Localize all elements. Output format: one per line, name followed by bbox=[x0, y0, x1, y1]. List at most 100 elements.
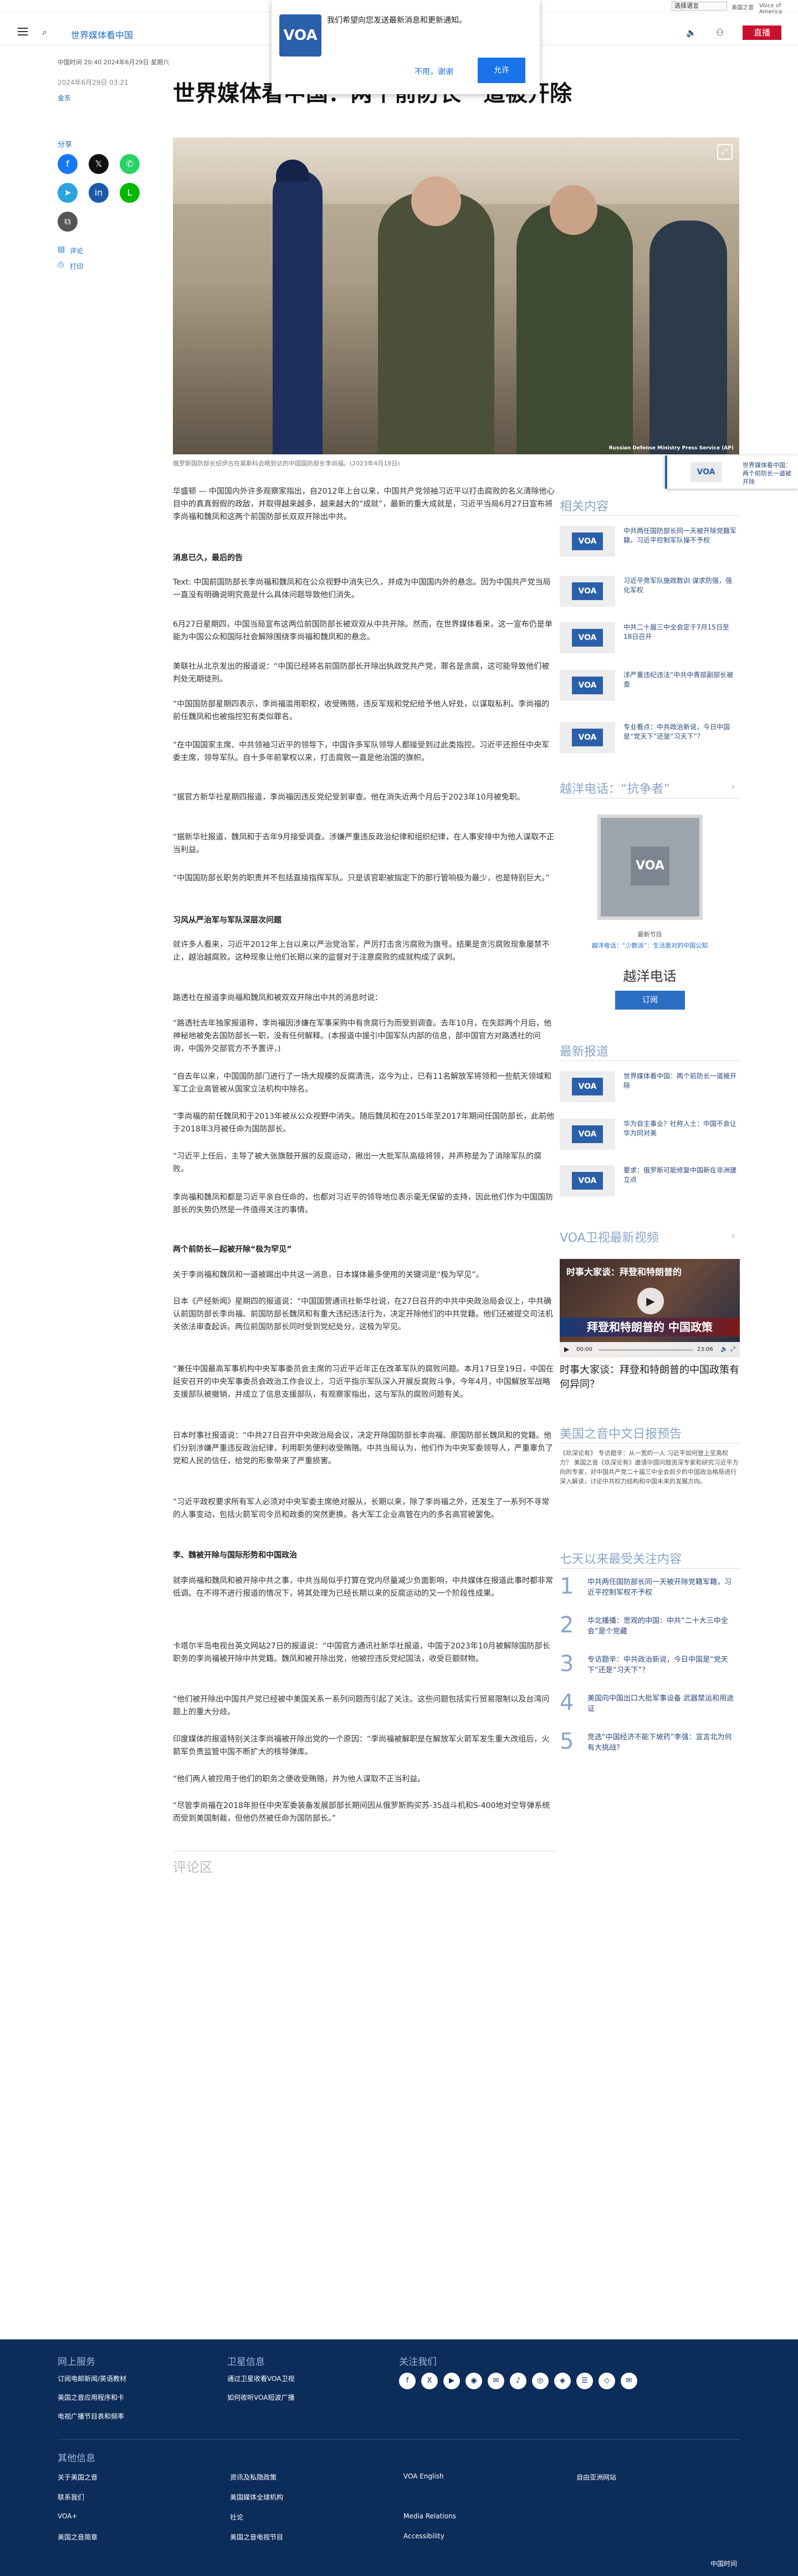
facebook-icon[interactable]: f bbox=[399, 2373, 416, 2389]
youtube-icon[interactable]: ▶ bbox=[443, 2373, 460, 2389]
copy-link-icon[interactable]: ⧉ bbox=[58, 212, 78, 232]
print-icon[interactable]: ⎙ bbox=[58, 260, 64, 269]
footer-link[interactable]: 自由亚洲网站 bbox=[576, 2472, 616, 2482]
podcast-cover[interactable]: VOA bbox=[597, 815, 703, 920]
latest-item[interactable]: VOA 华为自主事业？社称人士：中国不会让华为同对美 bbox=[560, 1117, 740, 1151]
line-share-icon[interactable]: L bbox=[120, 183, 140, 203]
footer-link[interactable]: 资讯及私隐政策 bbox=[230, 2472, 277, 2482]
footer-link[interactable]: Media Relations bbox=[403, 2512, 456, 2520]
top7-item[interactable]: 华北播播：悲观的中国：中共“二十大三中全会”是个党藏 bbox=[587, 1616, 737, 1637]
related-item[interactable]: VOA 习近平旁军队施政数训 谋求防强，强化军权 bbox=[560, 574, 740, 608]
article-paragraph: 华盛顿 — 中国国内外许多观察家指出，自2012年上台以来，中国共产党领袖习近平… bbox=[173, 487, 555, 521]
article-paragraph: 就李尚福和魏凤和被开除中共之事，中共当局似乎打算在党内尽量减少负面影响，中共媒体… bbox=[173, 1576, 553, 1598]
author-link[interactable]: 金东 bbox=[58, 93, 71, 103]
video-duration: 23:06 bbox=[697, 1346, 713, 1353]
video-progress-bar[interactable] bbox=[598, 1349, 693, 1351]
app-icon[interactable]: ◈ bbox=[554, 2373, 571, 2389]
podcast-episode-link[interactable]: 越洋电话：“少数派”：生活是对的中国公知 bbox=[560, 941, 740, 950]
tiktok-icon[interactable]: ♪ bbox=[510, 2373, 526, 2389]
volume-icon[interactable]: 🔈 bbox=[720, 1345, 728, 1353]
latest-item[interactable]: VOA 要求：俄罗斯可能修复中国新在非洲建立点 bbox=[560, 1164, 740, 1198]
voa-logo: VOA bbox=[572, 582, 603, 600]
article-paragraph: “习近平政权要求所有军人必须对中央军委主席绝对服从，长期以来，除了李尚福之外，还… bbox=[173, 1498, 550, 1519]
footer-link[interactable]: VOA+ bbox=[58, 2512, 78, 2520]
latest-item[interactable]: VOA 世界媒体看中国：两个前防长一道被开除 bbox=[560, 1069, 740, 1104]
thumbnail: VOA bbox=[560, 622, 615, 653]
footer-link[interactable]: 如何收听VOA短波广播 bbox=[227, 2393, 294, 2402]
instagram-icon[interactable]: ◉ bbox=[466, 2373, 482, 2389]
mobile-icon[interactable]: ◇ bbox=[598, 2373, 615, 2389]
video-player[interactable]: 时事大家谈：拜登和特朗普的 ▶ 拜登和特朗普的 中国政策 ▶ 00:00 23:… bbox=[560, 1259, 740, 1358]
footer-link[interactable]: 电视广播节目表和频率 bbox=[58, 2411, 124, 2421]
article-paragraph: 6月27日星期四，中国当局宣布这两位前国防部长被双双从中共开除。然而，在世界媒体… bbox=[173, 620, 553, 642]
voa-logo: VOA bbox=[572, 532, 603, 550]
language-select[interactable]: 选择语言 bbox=[672, 2, 727, 11]
section-title[interactable]: 世界媒体看中国 bbox=[71, 28, 133, 41]
thumbnail: VOA bbox=[560, 576, 615, 607]
live-button[interactable]: 直播 bbox=[743, 25, 781, 40]
footer-link[interactable]: Accessibility bbox=[403, 2532, 444, 2540]
footer-link[interactable]: VOA English bbox=[403, 2472, 444, 2480]
footer-link[interactable]: 美国之音电视节目 bbox=[230, 2532, 283, 2542]
article-paragraph: “习近平上任后，主导了被大张旗鼓开展的反腐运动，揪出一大批军队高级将领，并声称是… bbox=[173, 1152, 542, 1174]
rss-icon[interactable]: ☰ bbox=[576, 2373, 593, 2389]
article-paragraph: 关于李尚福和魏凤和一道被踢出中共这一消息，日本媒体最多使用的关键词是“极为罕见”… bbox=[173, 1271, 484, 1279]
related-heading: 相关内容 bbox=[560, 500, 609, 514]
latest-item-title: 世界媒体看中国：两个前防长一道被开除 bbox=[623, 1072, 737, 1089]
footer-link[interactable]: 美国之音简章 bbox=[58, 2532, 98, 2542]
email-icon[interactable]: ✉ bbox=[621, 2373, 637, 2389]
latest-item-title: 要求：俄罗斯可能修复中国新在非洲建立点 bbox=[623, 1166, 737, 1184]
article-paragraph: 李尚福和魏凤和都是习近平亲自任命的，也都对习近平的领导地位表示毫无保留的支持，因… bbox=[173, 1193, 553, 1215]
telegram-icon[interactable]: ✉ bbox=[488, 2373, 504, 2389]
footer-link[interactable]: 美国媒体全球机构 bbox=[230, 2492, 283, 2502]
timestamp-line: 中国时间 20:40 2024年6月29日 星期六 bbox=[58, 59, 170, 66]
related-item[interactable]: VOA 专业看点：中共政治新说，今日中国是“党天下”还是“习天下”？ bbox=[560, 720, 740, 755]
footer-link[interactable]: 订阅电邮新闻/英语教材 bbox=[58, 2374, 126, 2383]
user-icon[interactable]: ⚇ bbox=[716, 27, 724, 38]
video-title[interactable]: 时事大家谈：拜登和特朗普的中国政策有何异同？ bbox=[560, 1363, 740, 1392]
facebook-share-icon[interactable]: f bbox=[58, 154, 78, 174]
article-paragraph: “据新华社报道，魏凤和于去年9月接受调查。涉嫌严重违反政治纪律和组织纪律，在人事… bbox=[173, 833, 555, 854]
article-paragraph: “路透社去年独家报道称，李尚福因涉嫌在军事采购中有贪腐行为而受到调查。去年10月… bbox=[173, 1019, 552, 1053]
top7-item[interactable]: 中共两任国防部长同一天被开除党籍军籍，习近平控制军权不予权 bbox=[587, 1577, 737, 1598]
search-icon[interactable]: ⌕ bbox=[42, 27, 47, 38]
top7-item[interactable]: 专访题辛：中共政治新说，今日中国是“党天下”还是“习天下”？ bbox=[587, 1655, 737, 1676]
linkedin-share-icon[interactable]: in bbox=[89, 183, 109, 203]
comments-link[interactable]: 评论 bbox=[70, 246, 83, 255]
footer-link[interactable]: 联系我们 bbox=[58, 2492, 84, 2502]
expand-icon[interactable]: ⤢ bbox=[717, 144, 733, 160]
footer-link[interactable]: 社论 bbox=[230, 2512, 243, 2522]
rank-number: 5 bbox=[560, 1729, 574, 1754]
footer-link[interactable]: 通过卫星收看VOA卫视 bbox=[227, 2374, 294, 2383]
comment-icon[interactable]: ▤ bbox=[58, 245, 65, 254]
site-footer: 网上服务 订阅电邮新闻/英语教材 美国之音应用程序和卡 电视广播节目表和频率 卫… bbox=[0, 2339, 798, 2576]
subscribe-button[interactable]: 订阅 bbox=[615, 991, 685, 1010]
footer-link[interactable]: 美国之音应用程序和卡 bbox=[58, 2393, 124, 2402]
menu-icon[interactable] bbox=[18, 28, 28, 35]
x-icon[interactable]: X bbox=[421, 2373, 438, 2389]
fullscreen-icon[interactable]: ⤢ bbox=[730, 1345, 735, 1353]
print-link[interactable]: 打印 bbox=[70, 262, 83, 271]
related-item[interactable]: VOA 涉严重违纪违法“中共中青部副部长被查 bbox=[560, 668, 740, 703]
speaker-icon[interactable]: 🔈 bbox=[686, 28, 697, 38]
floating-article-card[interactable]: VOA 世界媒体看中国：两个前防长一道被开除 bbox=[665, 455, 798, 489]
notification-message: 我们希望向您发送最新消息和更新通知。 bbox=[327, 16, 467, 25]
podcast-icon[interactable]: ◎ bbox=[532, 2373, 549, 2389]
thumbnail: VOA bbox=[560, 722, 615, 753]
footer-link[interactable]: 关于美国之音 bbox=[58, 2472, 98, 2482]
article-paragraph: “在中国国家主席、中共领袖习近平的领导下，中国许多军队领导人都接受到过此类指控。… bbox=[173, 741, 550, 762]
telegram-share-icon[interactable]: ➤ bbox=[58, 183, 78, 203]
play-icon[interactable]: ▶ bbox=[637, 1288, 664, 1314]
pause-icon[interactable]: ▶ bbox=[564, 1345, 569, 1353]
decline-button[interactable]: 不用，谢谢 bbox=[409, 60, 459, 84]
related-item[interactable]: VOA 中共二十届三中全会定于7月15日至18日召开 bbox=[560, 621, 740, 655]
whatsapp-share-icon[interactable]: ✆ bbox=[120, 154, 140, 174]
top7-item[interactable]: 竞选“中国经济不能下坡药”李强：宣言北为何有大挑战？ bbox=[587, 1732, 737, 1753]
chevron-right-icon[interactable]: › bbox=[732, 1230, 735, 1241]
x-share-icon[interactable]: 𝕏 bbox=[89, 154, 109, 174]
article-paragraph: “自去年以来，中国国防部门进行了一场大规模的反腐清洗，迄今为止，已有11名解放军… bbox=[173, 1072, 552, 1094]
allow-button[interactable]: 允许 bbox=[478, 58, 525, 83]
chevron-right-icon[interactable]: › bbox=[732, 781, 735, 792]
related-item[interactable]: VOA 中共两任国防部长同一天被开除党籍军籍，习近平控制军队操不予权 bbox=[560, 524, 740, 559]
top7-item[interactable]: 美国向中国出口大批军事设备 武器禁运和用途证 bbox=[587, 1693, 737, 1714]
